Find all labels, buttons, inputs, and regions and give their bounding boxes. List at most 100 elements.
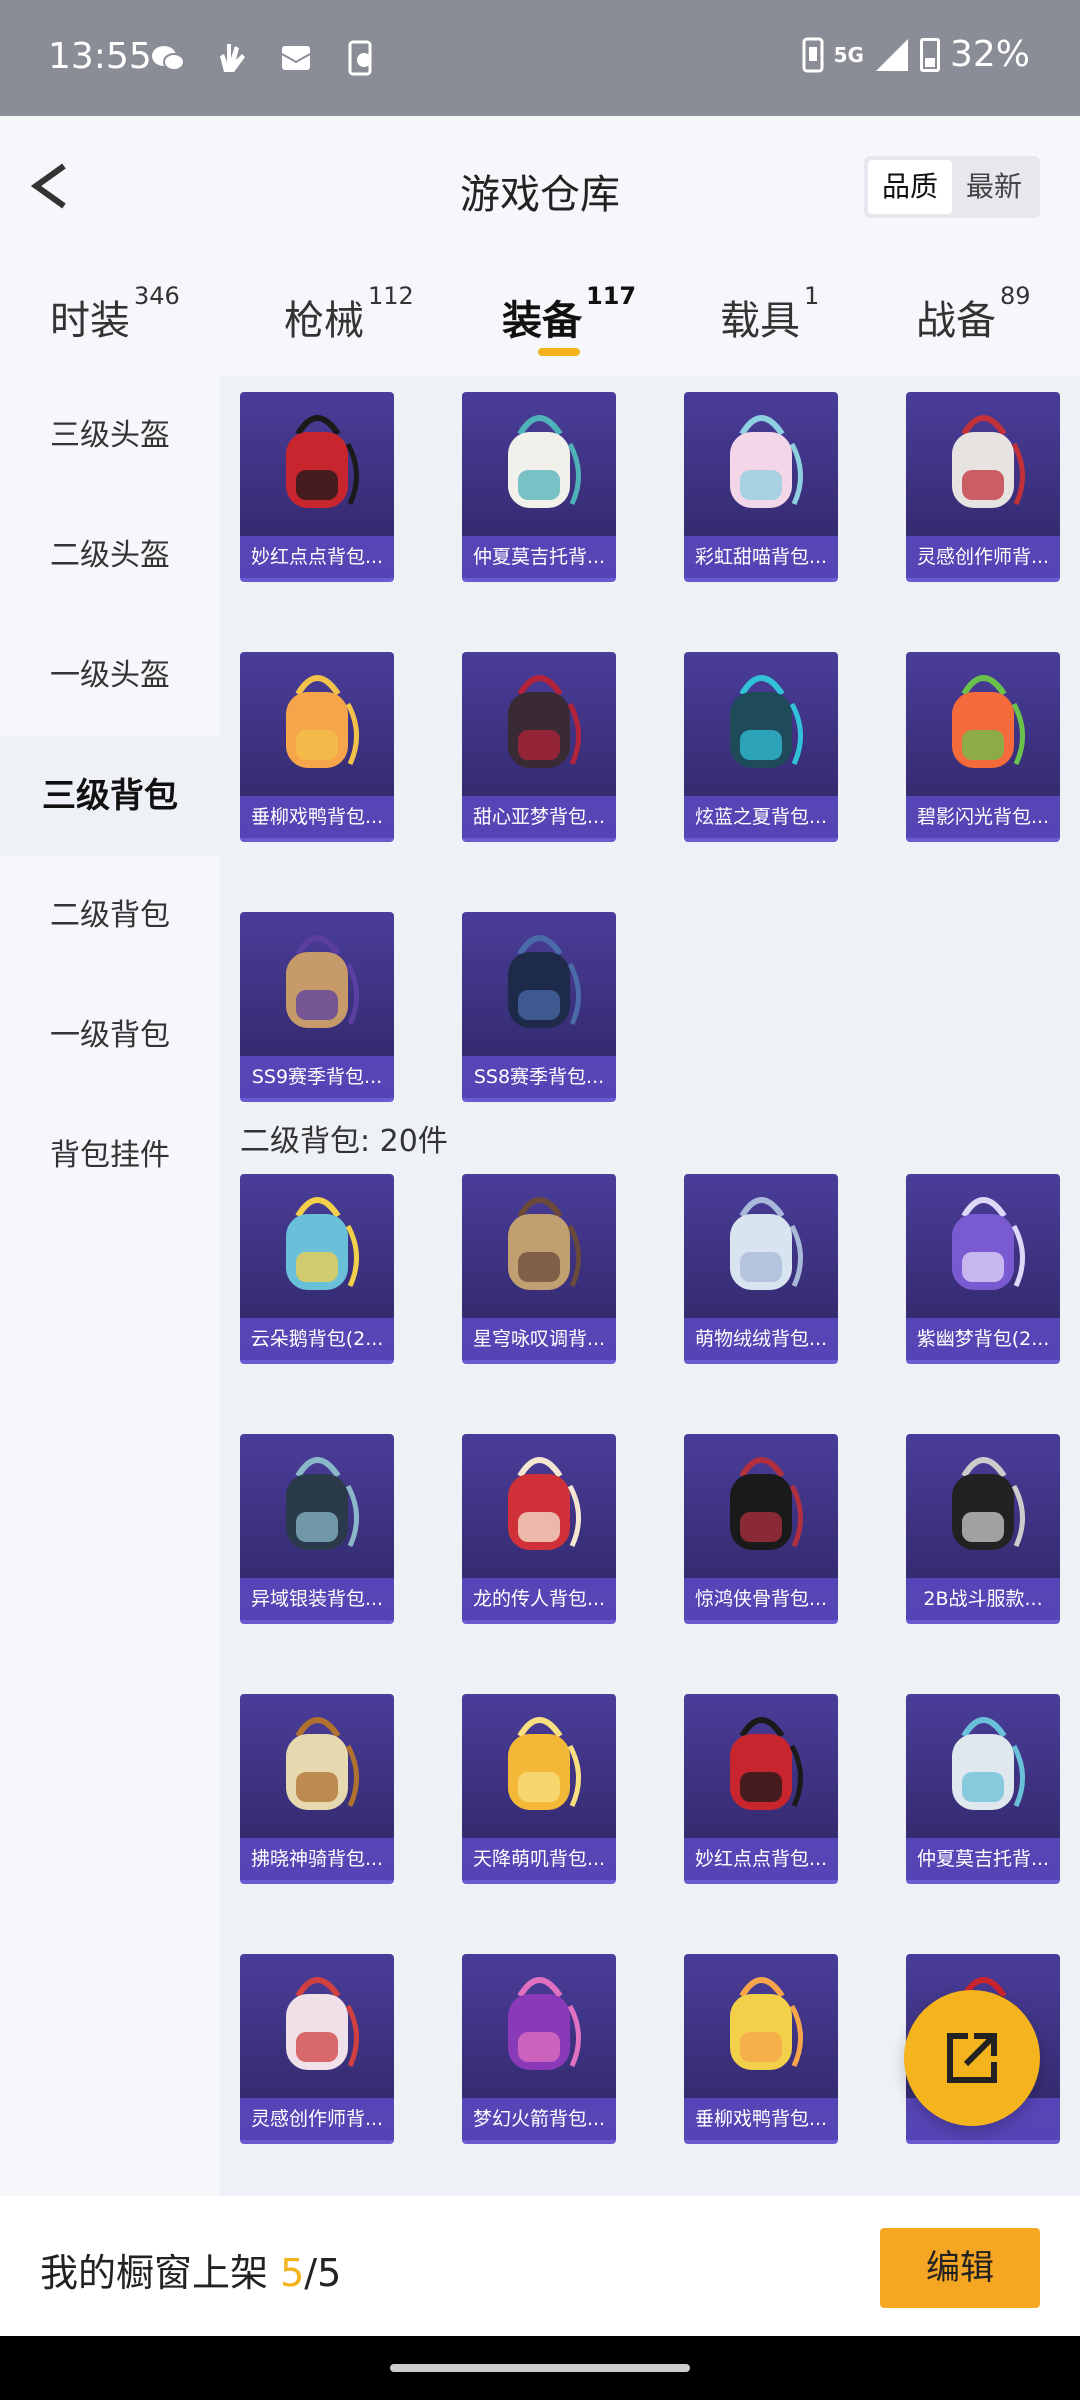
sidebar-item-level2-backpack[interactable]: 二级背包 [0, 856, 220, 976]
item-card[interactable]: 妙红点点背包... [240, 392, 394, 582]
backpack-icon [286, 1717, 360, 1810]
item-card[interactable]: 灵感创作师背... [906, 392, 1060, 582]
item-name: 2B战斗服款... [906, 1578, 1060, 1620]
sort-newest-button[interactable]: 最新 [952, 160, 1036, 214]
item-card[interactable]: 紫幽梦背包(2... [906, 1174, 1060, 1364]
item-card[interactable]: 垂柳戏鸭背包... [684, 1954, 838, 2144]
shelf-status: 我的橱窗上架 5/5 [40, 2251, 342, 2295]
item-card[interactable]: 萌物绒绒背包... [684, 1174, 838, 1364]
tab-equipment[interactable]: 装备117 [502, 282, 636, 346]
item-card[interactable]: 异域银装背包... [240, 1434, 394, 1624]
item-name: 垂柳戏鸭背包... [684, 2098, 838, 2140]
sidebar-item-level3-backpack[interactable]: 三级背包 [0, 736, 220, 856]
backpack-icon [952, 1457, 1026, 1550]
backpack-icon [286, 935, 360, 1028]
battery-level: 32% [949, 34, 1030, 75]
item-name: 仲夏莫吉托背... [906, 1838, 1060, 1880]
item-name: 异域银装背包... [240, 1578, 394, 1620]
share-button[interactable] [904, 1990, 1040, 2126]
item-card[interactable]: SS9赛季背包... [240, 912, 394, 1102]
item-card[interactable]: 2B战斗服款... [906, 1434, 1060, 1624]
header: 游戏仓库 品质 最新 [0, 116, 1080, 256]
tab-supplies[interactable]: 战备89 [916, 282, 1031, 346]
signal-icon [875, 38, 908, 71]
backpack-icon [286, 1457, 360, 1550]
hand-icon [220, 44, 245, 72]
home-handle[interactable] [390, 2364, 690, 2372]
sort-quality-button[interactable]: 品质 [867, 160, 952, 214]
item-card[interactable]: 龙的传人背包... [462, 1434, 616, 1624]
backpack-icon [508, 1977, 582, 2070]
tab-fashion[interactable]: 时装346 [50, 282, 180, 346]
item-card[interactable]: 仲夏莫吉托背... [906, 1694, 1060, 1884]
item-card[interactable]: 惊鸿侠骨背包... [684, 1434, 838, 1624]
item-name: 天降萌叽背包... [462, 1838, 616, 1880]
item-card[interactable]: 梦幻火箭背包... [462, 1954, 616, 2144]
backpack-icon [508, 415, 582, 508]
item-card[interactable]: 炫蓝之夏背包... [684, 652, 838, 842]
item-name: 云朵鹅背包(2... [240, 1318, 394, 1360]
mail-icon [281, 46, 311, 70]
backpack-icon [508, 1197, 582, 1290]
sidebar-item-level1-helmet[interactable]: 一级头盔 [0, 616, 220, 736]
item-content: 妙红点点背包... 仲夏莫吉托背... 彩虹甜喵背包... 灵感创作师背... 垂柳戏鸭… [220, 376, 1080, 2196]
item-name: SS9赛季背包... [240, 1056, 394, 1098]
system-nav-bar [0, 2336, 1080, 2400]
sidebar-item-level2-helmet[interactable]: 二级头盔 [0, 496, 220, 616]
item-name: 萌物绒绒背包... [684, 1318, 838, 1360]
backpack-icon [730, 1197, 804, 1290]
notification-icons [148, 38, 380, 78]
item-card[interactable]: 天降萌叽背包... [462, 1694, 616, 1884]
sidebar: 三级头盔 二级头盔 一级头盔 三级背包 二级背包 一级背包 背包挂件 [0, 376, 220, 2196]
item-name: 炫蓝之夏背包... [684, 796, 838, 838]
backpack-icon [730, 1717, 804, 1810]
item-name: 妙红点点背包... [240, 536, 394, 578]
backpack-icon [286, 675, 360, 768]
sidebar-item-backpack-charm[interactable]: 背包挂件 [0, 1096, 220, 1216]
backpack-icon [286, 415, 360, 508]
backpack-icon [286, 1197, 360, 1290]
backpack-icon [286, 1977, 360, 2070]
item-card[interactable]: 拂晓神骑背包... [240, 1694, 394, 1884]
sidebar-item-level3-helmet[interactable]: 三级头盔 [0, 376, 220, 496]
share-icon [947, 2033, 997, 2083]
sort-toggle: 品质 最新 [863, 156, 1040, 218]
item-card[interactable]: 妙红点点背包... [684, 1694, 838, 1884]
item-name: 仲夏莫吉托背... [462, 536, 616, 578]
item-card[interactable]: 仲夏莫吉托背... [462, 392, 616, 582]
item-card[interactable]: 碧影闪光背包... [906, 652, 1060, 842]
item-card[interactable]: 彩虹甜喵背包... [684, 392, 838, 582]
item-name: 甜心亚梦背包... [462, 796, 616, 838]
backpack-icon [730, 1457, 804, 1550]
backpack-icon [952, 675, 1026, 768]
item-card[interactable]: 灵感创作师背... [240, 1954, 394, 2144]
item-name: 拂晓神骑背包... [240, 1838, 394, 1880]
wechat-icon [152, 46, 185, 71]
backpack-icon [508, 1717, 582, 1810]
sim-icon [802, 37, 824, 72]
item-name: SS8赛季背包... [462, 1056, 616, 1098]
level3-backpack-grid: 妙红点点背包... 仲夏莫吉托背... 彩虹甜喵背包... 灵感创作师背... 垂柳戏鸭… [240, 392, 1060, 1102]
edit-button[interactable]: 编辑 [880, 2228, 1040, 2308]
item-card[interactable]: 云朵鹅背包(2... [240, 1174, 394, 1364]
bottom-bar: 我的橱窗上架 5/5 编辑 [0, 2196, 1080, 2336]
tab-guns[interactable]: 枪械112 [284, 282, 414, 346]
backpack-icon [508, 1457, 582, 1550]
item-name: 星穹咏叹调背... [462, 1318, 616, 1360]
status-right: 5G 32% [802, 34, 1030, 75]
tab-underline [538, 348, 580, 356]
item-name: 紫幽梦背包(2... [906, 1318, 1060, 1360]
item-name: 垂柳戏鸭背包... [240, 796, 394, 838]
item-name: 龙的传人背包... [462, 1578, 616, 1620]
sidebar-item-level1-backpack[interactable]: 一级背包 [0, 976, 220, 1096]
backpack-icon [508, 675, 582, 768]
tab-vehicles[interactable]: 载具1 [720, 282, 819, 346]
item-card[interactable]: SS8赛季背包... [462, 912, 616, 1102]
item-name: 碧影闪光背包... [906, 796, 1060, 838]
item-name: 梦幻火箭背包... [462, 2098, 616, 2140]
backpack-icon [730, 675, 804, 768]
item-card[interactable]: 垂柳戏鸭背包... [240, 652, 394, 842]
item-card[interactable]: 星穹咏叹调背... [462, 1174, 616, 1364]
item-card[interactable]: 甜心亚梦背包... [462, 652, 616, 842]
network-label: 5G [833, 42, 864, 67]
